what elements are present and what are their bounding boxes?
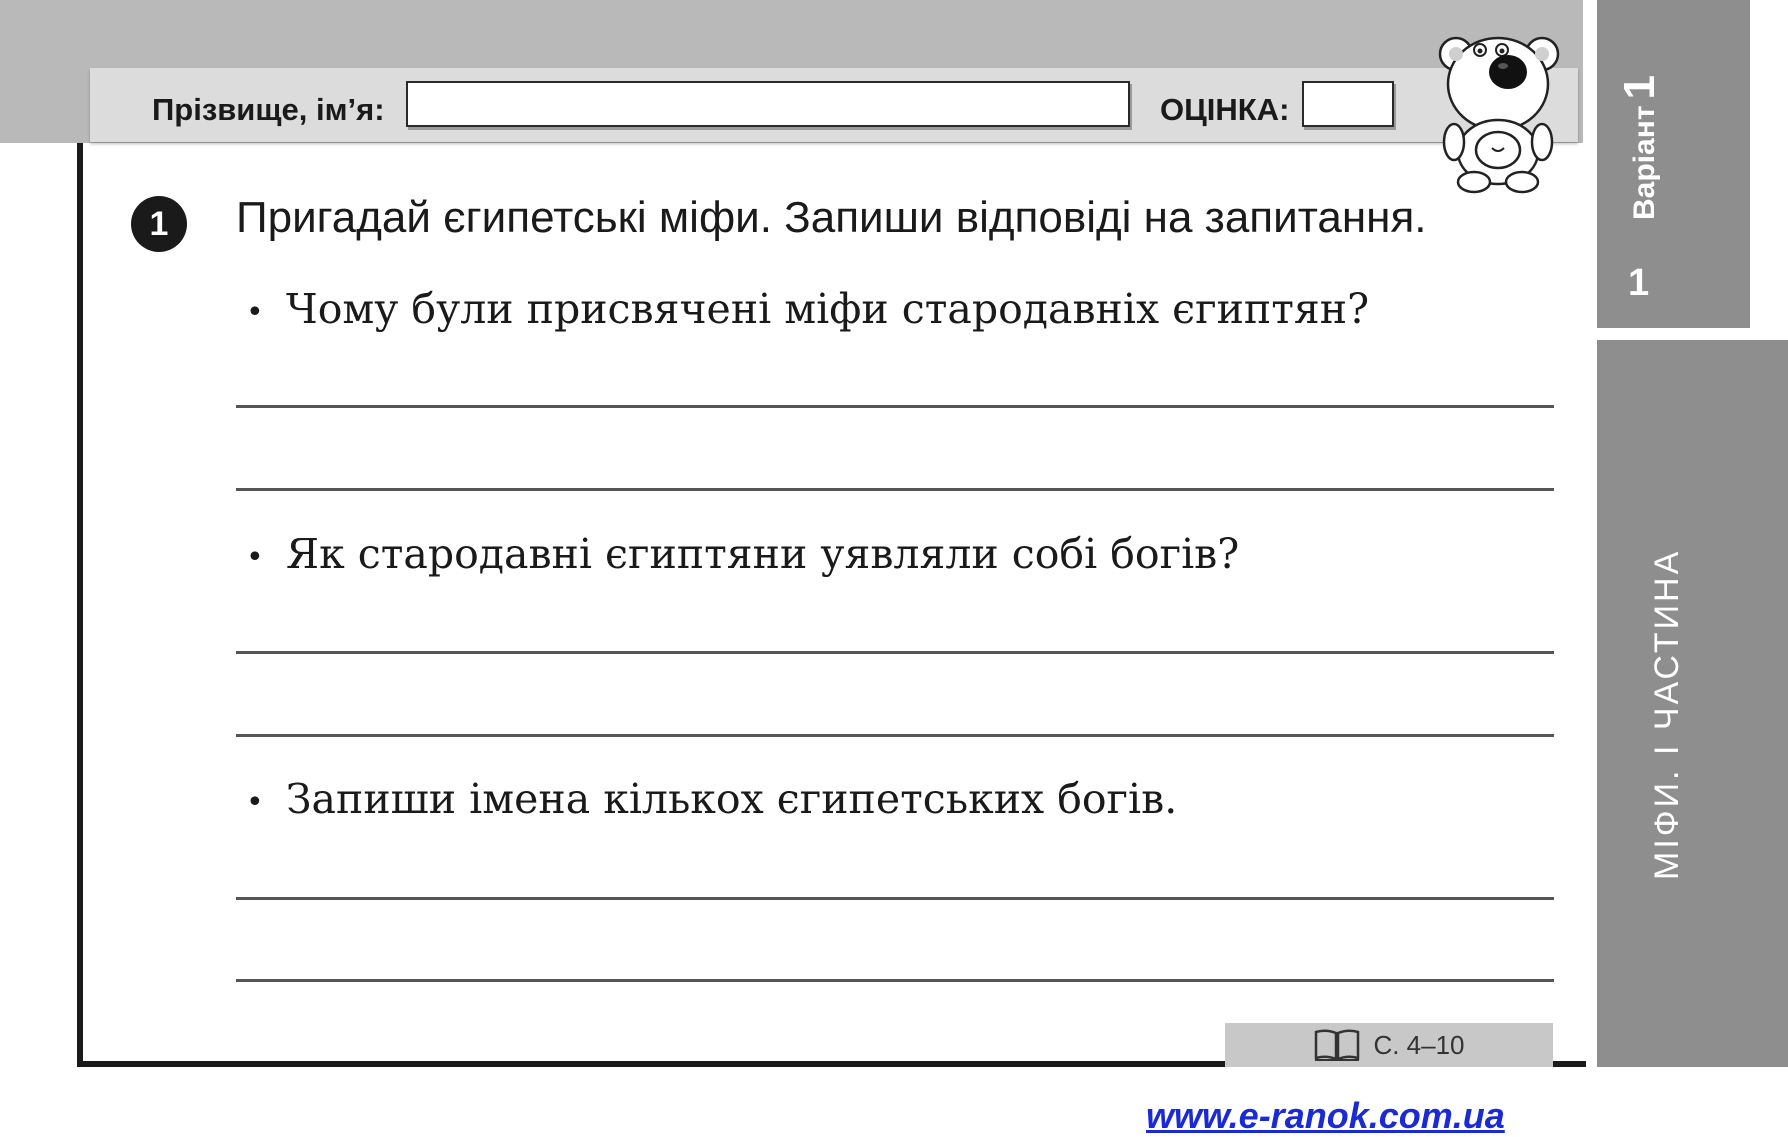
name-label: Прізвище, ім’я:	[152, 92, 385, 127]
answer-line[interactable]	[236, 979, 1554, 982]
part-number: 1	[1628, 262, 1650, 304]
variant-word: Варіант	[1628, 105, 1661, 220]
bear-mascot-icon	[1438, 36, 1560, 194]
variant-number: 1	[1615, 75, 1664, 100]
book-icon	[1315, 1029, 1360, 1061]
bullet: •	[246, 295, 264, 330]
question-text: Як стародавні єгиптяни уявляли собі богі…	[286, 530, 1240, 578]
task-number-badge: 1	[131, 196, 187, 252]
question-1: • Чому були присвячені міфи стародавніх є…	[246, 285, 1369, 333]
answer-line[interactable]	[236, 488, 1554, 491]
question-3: • Запиши імена кількох єгипетських богів.	[246, 775, 1177, 823]
variant-label: Варіант 1	[1615, 75, 1665, 220]
name-input[interactable]	[406, 81, 1130, 127]
sidebar-divider	[1597, 328, 1750, 340]
question-text: Запиши імена кількох єгипетських богів.	[286, 775, 1178, 823]
question-2: • Як стародавні єгиптяни уявляли собі бог…	[246, 530, 1239, 578]
grade-label: ОЦІНКА:	[1160, 92, 1290, 127]
answer-line[interactable]	[236, 897, 1554, 900]
section-title: МІФИ. І ЧАСТИНА	[1648, 548, 1686, 880]
sidebar-section-block	[1597, 340, 1788, 1067]
grade-input[interactable]	[1302, 81, 1394, 127]
page-reference: С. 4–10	[1225, 1023, 1553, 1067]
answer-line[interactable]	[236, 405, 1554, 408]
bullet: •	[246, 540, 264, 575]
bullet: •	[246, 785, 264, 820]
frame-left-border	[77, 143, 83, 1067]
answer-line[interactable]	[236, 734, 1554, 737]
footer-website-link[interactable]: www.e-ranok.com.ua	[1146, 1095, 1505, 1137]
page-reference-text: С. 4–10	[1373, 1029, 1465, 1060]
task-title: Пригадай єгипетські міфи. Запиши відпові…	[236, 193, 1427, 242]
answer-line[interactable]	[236, 651, 1554, 654]
question-text: Чому були присвячені міфи стародавніх єг…	[286, 285, 1370, 333]
